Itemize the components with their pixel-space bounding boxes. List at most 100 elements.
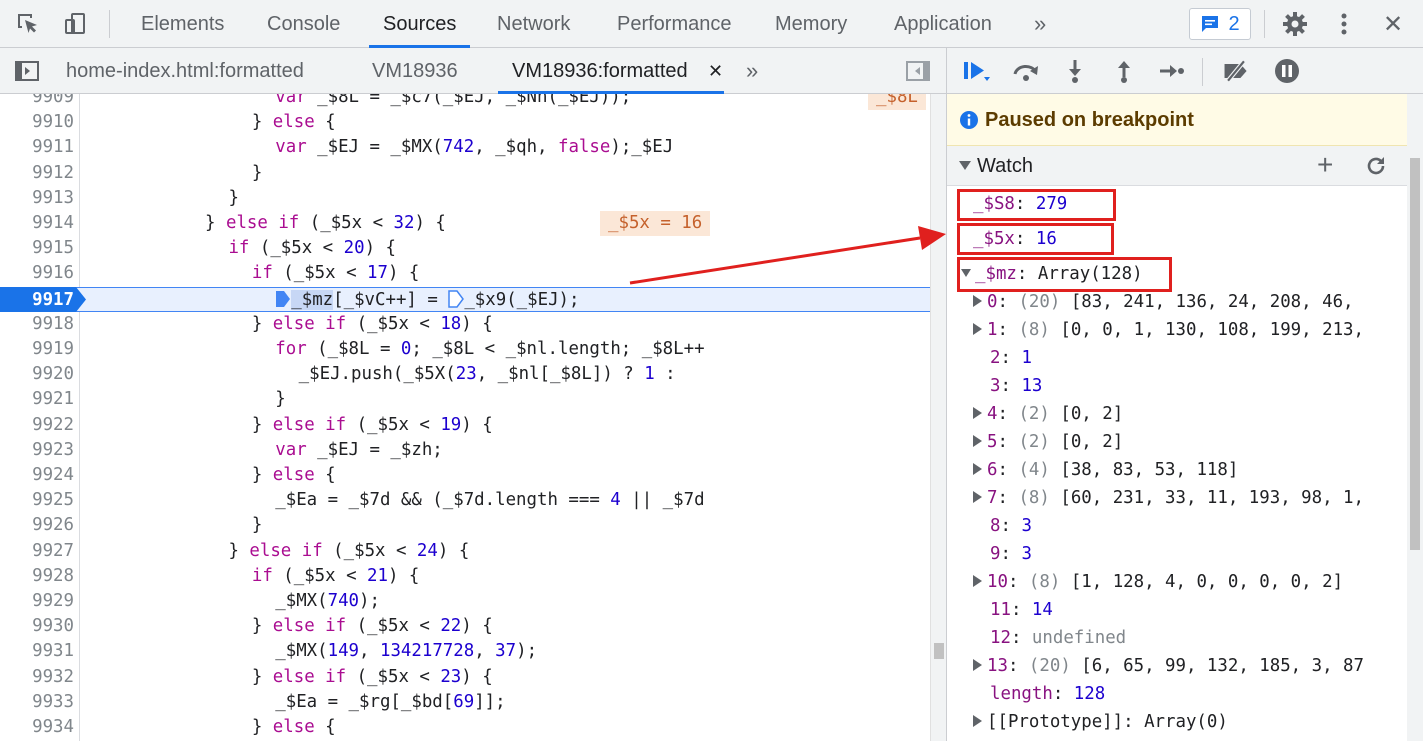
- code-line[interactable]: 9931 _$MX(149, 134217728, 37);: [0, 639, 930, 664]
- more-tabs-button[interactable]: »: [1034, 0, 1046, 48]
- line-number[interactable]: 9926: [0, 513, 74, 538]
- code-line[interactable]: 9928 if (_$5x < 21) {: [0, 564, 930, 589]
- line-number[interactable]: 9914: [0, 211, 74, 236]
- scrollbar-thumb[interactable]: [934, 643, 944, 659]
- step-icon[interactable]: [1157, 57, 1187, 85]
- refresh-icon[interactable]: [1365, 155, 1387, 177]
- code-line[interactable]: 9920 _$EJ.push(_$5X(23, _$nl[_$8L]) ? 1 :: [0, 362, 930, 387]
- line-number[interactable]: 9920: [0, 362, 74, 387]
- expand-triangle-icon[interactable]: [973, 715, 982, 727]
- tab-sources[interactable]: Sources: [368, 0, 471, 48]
- tab-network[interactable]: Network: [497, 0, 570, 48]
- toggle-navigator-icon[interactable]: [13, 57, 41, 85]
- code-line[interactable]: 9923 var _$EJ = _$zh;: [0, 438, 930, 463]
- resume-icon[interactable]: [962, 57, 992, 85]
- line-number[interactable]: 9919: [0, 337, 74, 362]
- code-line[interactable]: 9918} else if (_$5x < 18) {: [0, 312, 930, 337]
- line-number[interactable]: 9916: [0, 261, 74, 286]
- code-editor[interactable]: 9909 var _$8L = _$c7(_$EJ, _$Nn(_$EJ)); _$…: [0, 94, 930, 741]
- line-number[interactable]: 9929: [0, 589, 74, 614]
- code-line[interactable]: 9924} else {: [0, 463, 930, 488]
- line-number[interactable]: 9925: [0, 488, 74, 513]
- code-line[interactable]: 9922} else if (_$5x < 19) {: [0, 413, 930, 438]
- close-tab-icon[interactable]: ✕: [708, 48, 723, 94]
- sidebar-scrollbar[interactable]: [1407, 94, 1423, 741]
- gear-icon[interactable]: [1281, 10, 1309, 38]
- line-number[interactable]: 9923: [0, 438, 74, 463]
- inline-breakpoint-icon[interactable]: [275, 290, 291, 308]
- array-entry[interactable]: 7: (8) [60, 231, 33, 11, 193, 98, 1,: [973, 484, 1364, 512]
- line-number[interactable]: 9910: [0, 110, 74, 135]
- line-number[interactable]: 9927: [0, 539, 74, 564]
- line-number[interactable]: 9917: [0, 288, 74, 313]
- expand-triangle-icon[interactable]: [973, 491, 982, 503]
- array-entry[interactable]: 6: (4) [38, 83, 53, 118]: [973, 456, 1238, 484]
- more-files-button[interactable]: »: [746, 48, 758, 94]
- tab-elements[interactable]: Elements: [141, 0, 224, 48]
- line-number[interactable]: 9928: [0, 564, 74, 589]
- array-entry[interactable]: 5: (2) [0, 2]: [973, 428, 1123, 456]
- expand-triangle-icon[interactable]: [973, 659, 982, 671]
- inline-breakpoint-icon[interactable]: [448, 289, 465, 308]
- expand-triangle-icon[interactable]: [973, 463, 982, 475]
- array-entry[interactable]: 0: (20) [83, 241, 136, 24, 208, 46,: [973, 288, 1354, 316]
- pause-on-exceptions-icon[interactable]: [1272, 57, 1302, 85]
- array-entry[interactable]: [[Prototype]]: Array(0): [973, 708, 1228, 736]
- array-entry[interactable]: 10: (8) [1, 128, 4, 0, 0, 0, 0, 2]: [973, 568, 1343, 596]
- code-line[interactable]: 9926}: [0, 513, 930, 538]
- line-number[interactable]: 9930: [0, 614, 74, 639]
- line-number[interactable]: 9918: [0, 312, 74, 337]
- expand-triangle-icon[interactable]: [973, 407, 982, 419]
- step-into-icon[interactable]: [1060, 57, 1090, 85]
- tab-application[interactable]: Application: [894, 0, 992, 48]
- line-number[interactable]: 9924: [0, 463, 74, 488]
- file-tab-vm18936-formatted[interactable]: VM18936:formatted: [498, 48, 724, 94]
- line-number[interactable]: 9921: [0, 387, 74, 412]
- line-number[interactable]: 9915: [0, 236, 74, 261]
- code-line[interactable]: 9914} else if (_$5x < 32) {_$5x = 16: [0, 211, 930, 237]
- step-over-icon[interactable]: [1011, 57, 1041, 85]
- line-number[interactable]: 9922: [0, 413, 74, 438]
- line-number[interactable]: 9909: [0, 94, 74, 110]
- line-number[interactable]: 9932: [0, 665, 74, 690]
- array-entry[interactable]: 1: (8) [0, 0, 1, 130, 108, 199, 213,: [973, 316, 1364, 344]
- more-options-icon[interactable]: [1330, 10, 1358, 38]
- device-toolbar-icon[interactable]: [62, 10, 90, 38]
- code-line[interactable]: 9910} else {: [0, 110, 930, 135]
- code-line[interactable]: 9930} else if (_$5x < 22) {: [0, 614, 930, 639]
- array-entry[interactable]: 4: (2) [0, 2]: [973, 400, 1123, 428]
- code-line[interactable]: 9919 for (_$8L = 0; _$8L < _$nl.length; _…: [0, 337, 930, 362]
- inspect-element-icon[interactable]: [14, 10, 42, 38]
- step-out-icon[interactable]: [1109, 57, 1139, 85]
- line-number[interactable]: 9911: [0, 135, 74, 160]
- current-execution-line[interactable]: 9917 _$mz[_$vC++] = _$x9(_$EJ);: [0, 286, 930, 313]
- expand-triangle-icon[interactable]: [973, 575, 982, 587]
- code-line[interactable]: 9932} else if (_$5x < 23) {: [0, 665, 930, 690]
- deactivate-breakpoints-icon[interactable]: [1221, 57, 1251, 85]
- code-line[interactable]: 9915 if (_$5x < 20) {: [0, 236, 930, 261]
- toggle-debugger-icon[interactable]: [904, 57, 932, 85]
- add-watch-icon[interactable]: +: [1317, 145, 1333, 185]
- issues-button[interactable]: 2: [1189, 8, 1251, 40]
- code-line[interactable]: 9929 _$MX(740);: [0, 589, 930, 614]
- expand-triangle-icon[interactable]: [973, 435, 982, 447]
- file-tab-vm18936[interactable]: VM18936: [372, 48, 458, 94]
- line-number[interactable]: 9912: [0, 161, 74, 186]
- code-line[interactable]: 9911 var _$EJ = _$MX(742, _$qh, false);_$…: [0, 135, 930, 160]
- expand-triangle-icon[interactable]: [973, 295, 982, 307]
- tab-memory[interactable]: Memory: [775, 0, 847, 48]
- code-line[interactable]: 9909 var _$8L = _$c7(_$EJ, _$Nn(_$EJ)); _$…: [0, 94, 930, 111]
- tab-console[interactable]: Console: [267, 0, 340, 48]
- line-number[interactable]: 9931: [0, 639, 74, 664]
- tab-performance[interactable]: Performance: [617, 0, 732, 48]
- code-line[interactable]: 9933 _$Ea = _$rg[_$bd[69]];: [0, 690, 930, 715]
- code-line[interactable]: 9913}: [0, 186, 930, 211]
- line-number[interactable]: 9933: [0, 690, 74, 715]
- expand-triangle-icon[interactable]: [973, 323, 982, 335]
- watch-section-header[interactable]: Watch +: [947, 146, 1407, 186]
- array-entry[interactable]: 13: (20) [6, 65, 99, 132, 185, 3, 87: [973, 652, 1364, 680]
- close-icon[interactable]: ✕: [1379, 10, 1407, 38]
- code-line[interactable]: 9925 _$Ea = _$7d && (_$7d.length === 4 ||…: [0, 488, 930, 513]
- code-line[interactable]: 9921}: [0, 387, 930, 412]
- scrollbar-thumb[interactable]: [1410, 158, 1420, 550]
